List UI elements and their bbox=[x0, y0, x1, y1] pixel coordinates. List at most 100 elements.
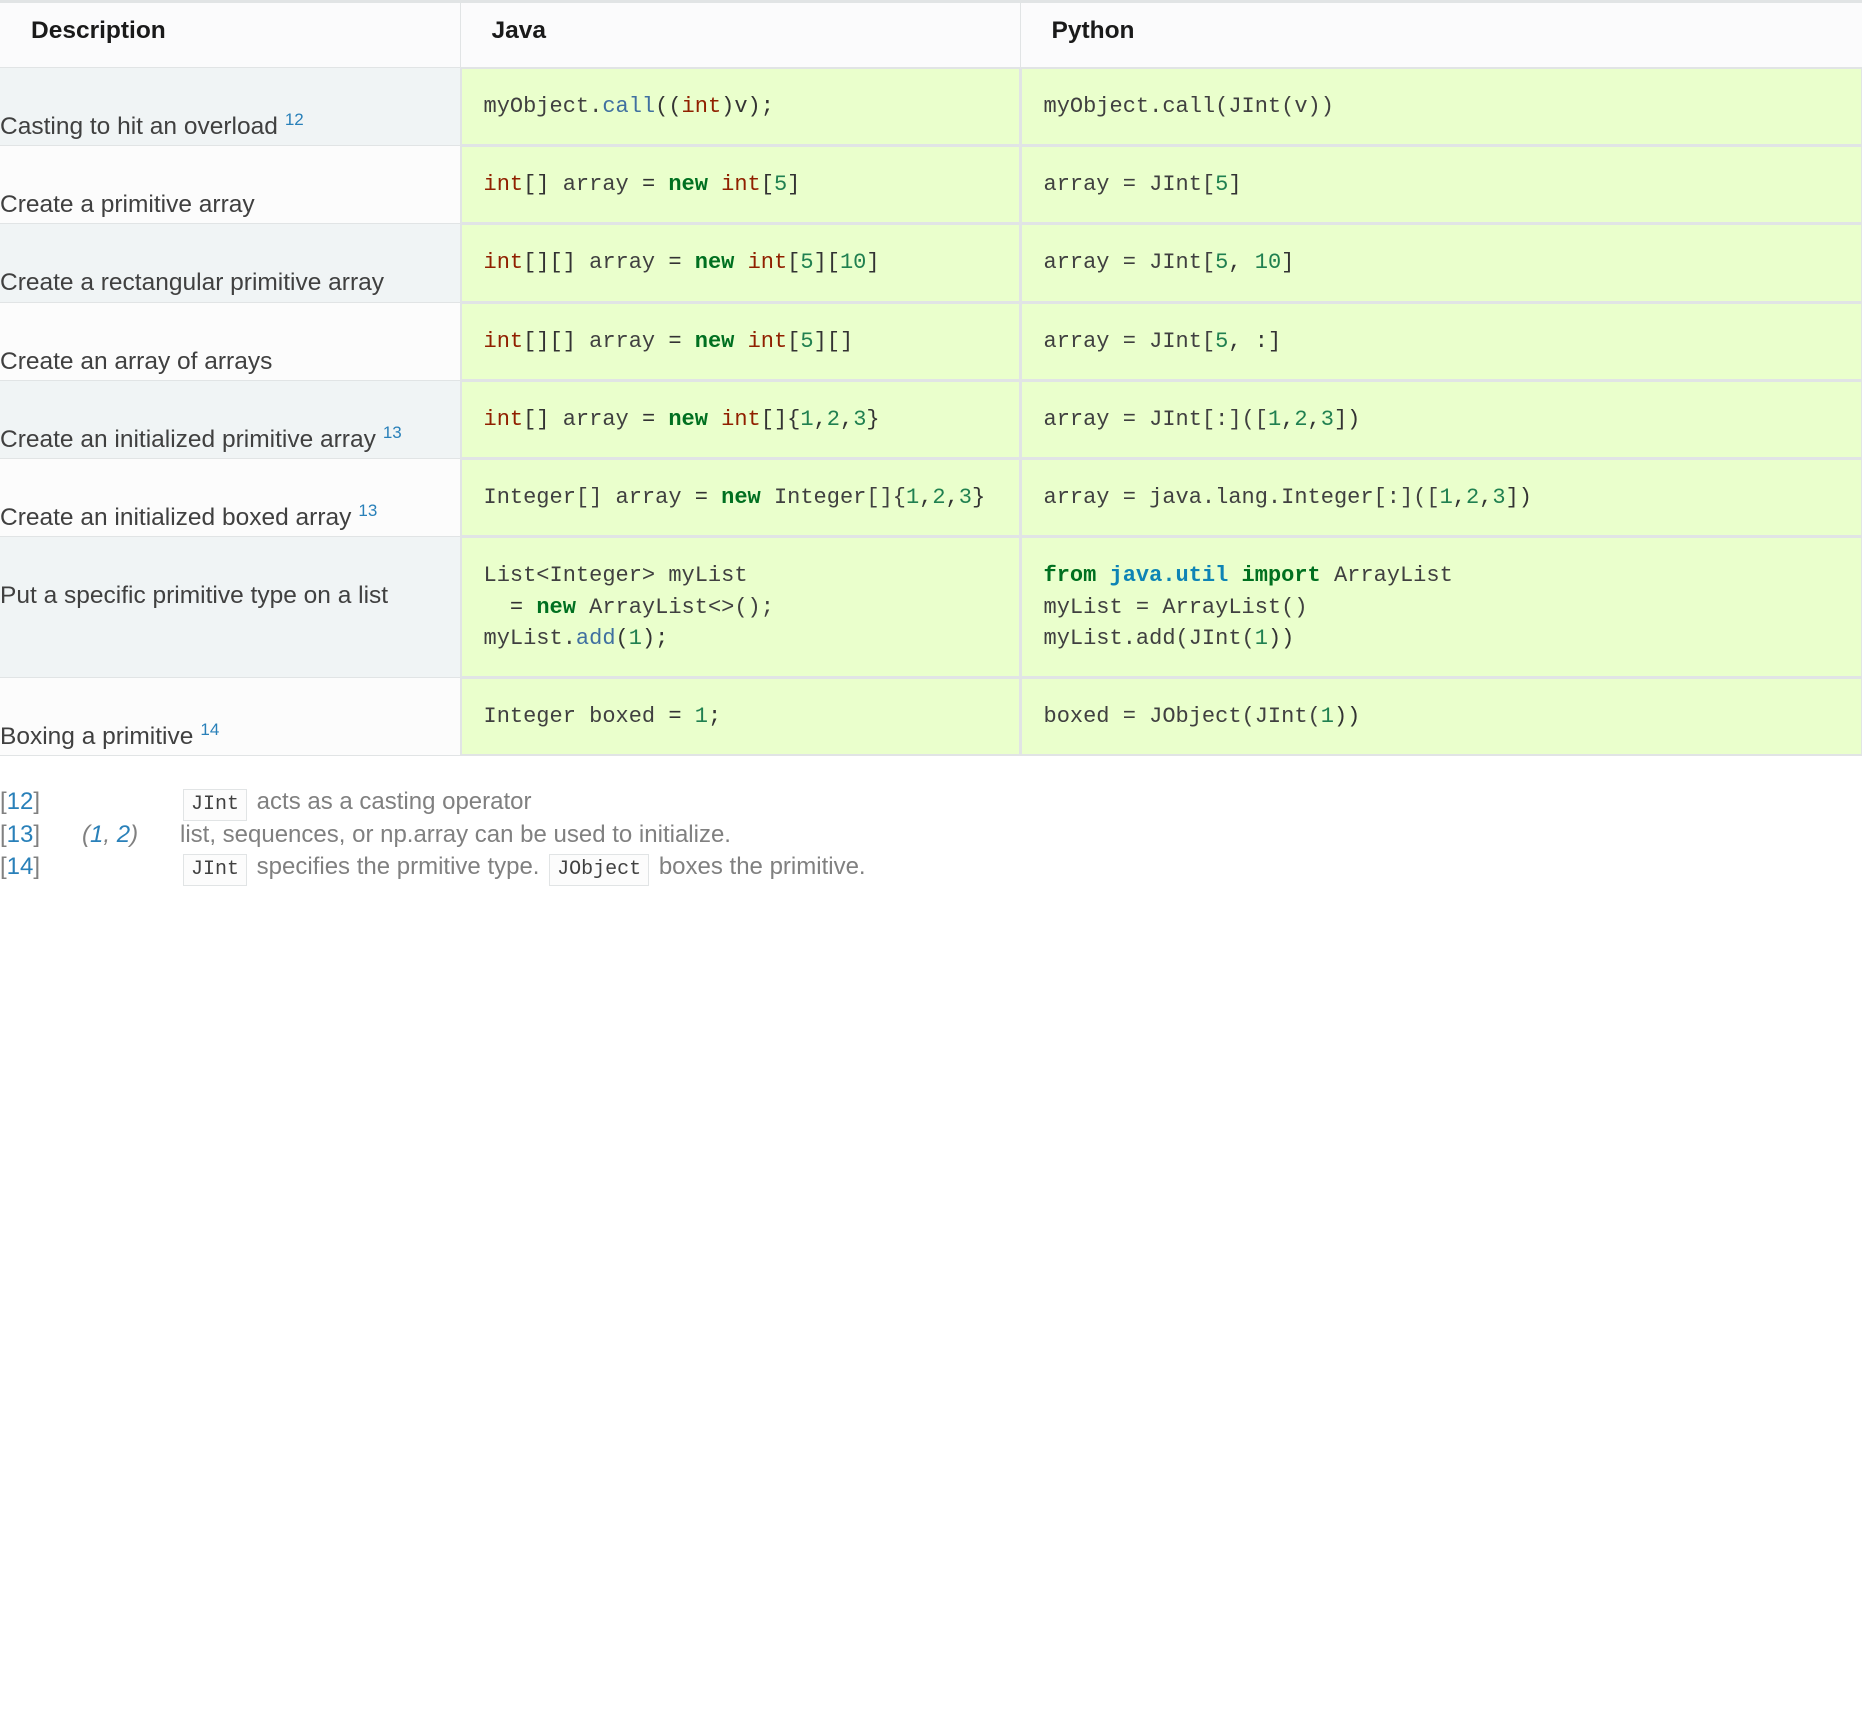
code-token: 5 bbox=[1215, 250, 1229, 276]
table-row: Create an initialized primitive array 13 i… bbox=[0, 380, 1862, 460]
python-code-block: array = JInt[:]([1,2,3]) bbox=[1020, 380, 1862, 459]
table-header-row: Description Java Python bbox=[0, 1, 1862, 68]
code-token: 2 bbox=[826, 406, 840, 432]
java-code-block: int[] array = new int[]{1,2,3} bbox=[460, 380, 1020, 459]
code-token: new bbox=[694, 328, 735, 354]
description-cell: Create an array of arrays bbox=[0, 302, 461, 381]
code-token: 2 bbox=[1465, 485, 1480, 511]
code-token: 1 bbox=[1439, 485, 1453, 511]
description-text: Create an array of arrays bbox=[0, 347, 273, 375]
code-token: int bbox=[681, 93, 722, 119]
java-code-cell: Integer[] array = new Integer[]{1,2,3} bbox=[459, 458, 1021, 538]
code-token: )) bbox=[1267, 625, 1295, 651]
footnote-reference-link[interactable]: 14 bbox=[200, 720, 219, 739]
code-token: ); bbox=[641, 625, 669, 651]
code-token: 1 bbox=[905, 485, 920, 511]
code-token: array = JInt[ bbox=[1043, 172, 1216, 198]
footnote-text-run: specifies the prmitive type. bbox=[250, 853, 547, 881]
code-token: myList = ArrayList() bbox=[1043, 594, 1308, 620]
python-code-block: from java.util import ArrayList myList =… bbox=[1020, 537, 1862, 678]
code-token: import bbox=[1241, 563, 1321, 589]
description-text: Put a specific primitive type on a list bbox=[0, 582, 389, 610]
footnote-backrefs: (1, 2) bbox=[82, 819, 180, 851]
python-code-cell: array = java.lang.Integer[:]([1,2,3]) bbox=[1019, 458, 1862, 538]
code-token: 10 bbox=[1254, 250, 1282, 276]
code-token: [ bbox=[787, 250, 801, 276]
java-code-block: Integer boxed = 1; bbox=[460, 678, 1020, 756]
code-token: , bbox=[945, 485, 959, 511]
footnote-text: JInt specifies the prmitive type. JObjec… bbox=[180, 851, 866, 887]
java-code-cell: int[][] array = new int[5][] bbox=[459, 302, 1021, 381]
code-token: call bbox=[602, 93, 656, 119]
footnote-text-run: acts as a casting operator bbox=[250, 788, 532, 816]
footnote-backref-link[interactable]: 2 bbox=[117, 821, 130, 848]
python-code-cell: boxed = JObject(JInt(1)) bbox=[1019, 677, 1862, 757]
code-token: [][] bbox=[523, 250, 576, 276]
java-code-cell: myObject.call((int)v); bbox=[459, 67, 1021, 147]
python-code-block: array = java.lang.Integer[:]([1,2,3]) bbox=[1020, 459, 1862, 537]
footnote-reference-link[interactable]: 12 bbox=[285, 110, 304, 129]
code-token: , bbox=[1307, 406, 1321, 432]
code-token: array bbox=[575, 328, 669, 354]
python-code-cell: array = JInt[5, :] bbox=[1019, 302, 1862, 381]
code-token: , bbox=[813, 406, 827, 432]
code-token: array = java.lang.Integer[:]([ bbox=[1043, 485, 1440, 511]
code-token: 1 bbox=[1320, 704, 1334, 730]
code-token: ArrayList bbox=[1320, 563, 1453, 589]
footnote-number-link[interactable]: 14 bbox=[7, 853, 34, 880]
code-token: )) bbox=[1333, 704, 1361, 730]
code-token: ][ bbox=[813, 250, 840, 276]
code-token: new bbox=[694, 250, 735, 276]
footnote-label: [13] bbox=[0, 820, 41, 848]
code-token: [] bbox=[523, 172, 550, 198]
java-code-block: int[][] array = new int[5][10] bbox=[460, 224, 1020, 302]
java-code-block: Integer[] array = new Integer[]{1,2,3} bbox=[460, 459, 1020, 537]
code-token: 1 bbox=[800, 406, 814, 432]
footnote-number-link[interactable]: 12 bbox=[7, 788, 34, 815]
code-token: Integer[] array bbox=[483, 485, 695, 511]
code-token: ] bbox=[866, 250, 880, 276]
code-token: 1 bbox=[1267, 406, 1282, 432]
code-token: 5 bbox=[1215, 328, 1229, 354]
code-token: [] bbox=[523, 406, 550, 432]
footnote-backrefs bbox=[82, 786, 180, 818]
description-cell: Create a primitive array bbox=[0, 145, 461, 225]
code-token: , :] bbox=[1228, 328, 1282, 354]
code-token: = bbox=[668, 250, 682, 276]
footnote-label: [14] bbox=[0, 853, 41, 881]
code-token: List<Integer> myList bbox=[483, 563, 748, 589]
java-code-cell: List<Integer> myList = new ArrayList<>()… bbox=[459, 536, 1021, 679]
description-cell: Create an initialized primitive array 13 bbox=[0, 380, 461, 460]
code-token: Integer boxed bbox=[483, 704, 669, 730]
code-token: add bbox=[575, 625, 616, 651]
table-row: Put a specific primitive type on a list L… bbox=[0, 536, 1862, 679]
code-token: int bbox=[721, 172, 761, 198]
python-code-cell: array = JInt[5] bbox=[1019, 145, 1862, 225]
python-code-block: myObject.call(JInt(v)) bbox=[1020, 67, 1862, 146]
footnote-reference-link[interactable]: 13 bbox=[383, 423, 402, 442]
code-token: new bbox=[668, 406, 708, 432]
code-token: myList.add(JInt( bbox=[1043, 625, 1255, 651]
table-header: Description Java Python bbox=[0, 1, 1862, 68]
python-code-cell: array = JInt[5, 10] bbox=[1019, 223, 1862, 303]
backref-separator: , bbox=[103, 820, 117, 848]
code-token: ]) bbox=[1505, 485, 1532, 511]
code-token: = bbox=[641, 172, 656, 198]
description-cell: Put a specific primitive type on a list bbox=[0, 536, 461, 679]
footnote-backref-link[interactable]: 1 bbox=[90, 821, 103, 848]
code-token: myObject.call(JInt(v)) bbox=[1043, 93, 1334, 119]
code-token: , bbox=[919, 485, 933, 511]
code-token: , bbox=[1479, 485, 1493, 511]
python-code-cell: myObject.call(JInt(v)) bbox=[1019, 67, 1862, 147]
footnote-reference-link[interactable]: 13 bbox=[358, 501, 377, 520]
description-cell: Create a rectangular primitive array bbox=[0, 223, 461, 303]
paren-close: ) bbox=[130, 820, 139, 848]
footnote-number-link[interactable]: 13 bbox=[7, 821, 34, 848]
code-token: int bbox=[721, 406, 761, 432]
code-token: 5 bbox=[1215, 172, 1229, 198]
